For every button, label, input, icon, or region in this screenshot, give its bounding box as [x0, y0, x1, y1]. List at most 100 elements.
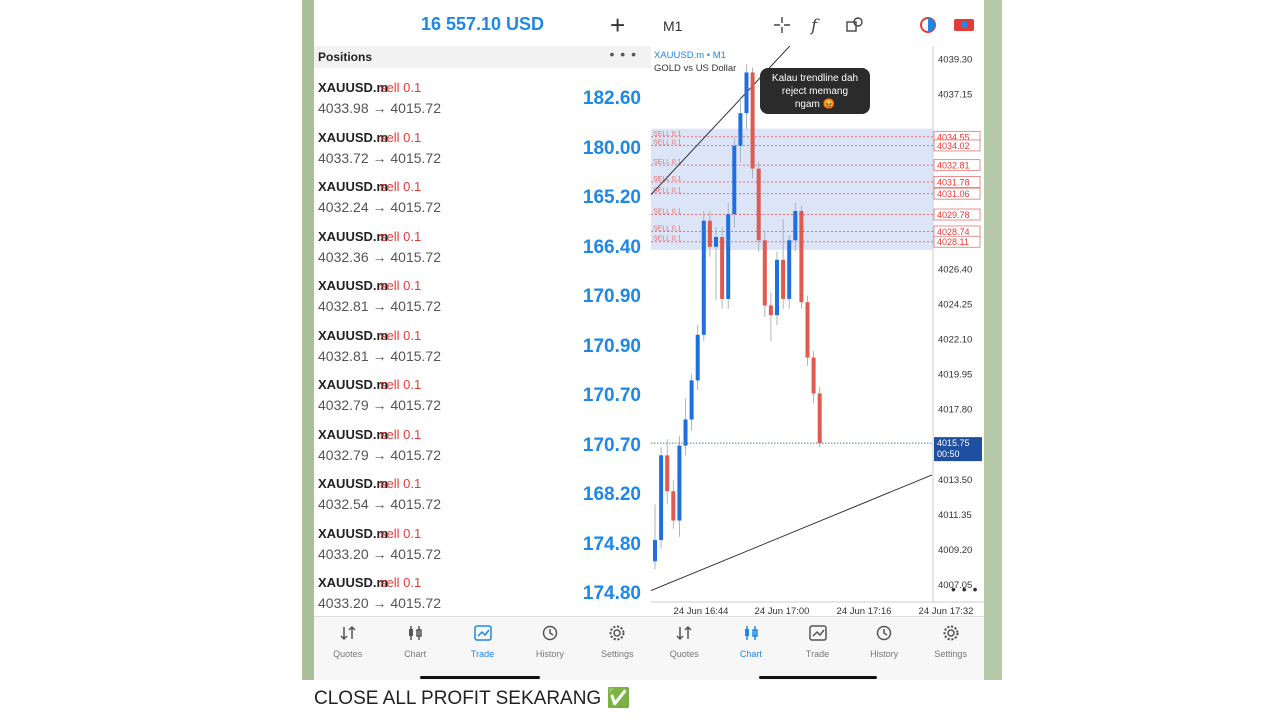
candle-body	[768, 305, 773, 316]
current-price: 4015.72	[390, 100, 441, 116]
tab-quotes[interactable]: Quotes	[654, 625, 714, 659]
settings-icon	[921, 625, 981, 643]
position-price-label: 4028.74	[937, 227, 970, 237]
open-price: 4032.54	[318, 496, 369, 512]
price-chart[interactable]: SELL 0.1 4034.55SELL 0.1 4034.02SELL 0.1 40…	[651, 46, 984, 616]
more-icon[interactable]: • • •	[951, 581, 978, 597]
current-price: 4015.72	[390, 595, 441, 611]
tab-label: History	[870, 649, 899, 659]
position-row[interactable]: XAUUSD.m sell 0.1 4033.98 → 4015.72 182.60	[314, 80, 651, 129]
position-profit: 170.70	[582, 434, 641, 456]
home-indicator	[759, 676, 877, 679]
candle-body	[707, 220, 712, 247]
position-prices: 4032.79 → 4015.72	[318, 447, 441, 463]
candle-body	[689, 380, 694, 420]
position-row[interactable]: XAUUSD.m sell 0.1 4032.81 → 4015.72 170.90	[314, 328, 651, 377]
indicator-icon[interactable]: f	[811, 16, 817, 36]
position-symbol: XAUUSD.m	[318, 327, 389, 343]
tab-settings[interactable]: Settings	[587, 625, 647, 659]
annotation-line: ngam 😡	[795, 98, 835, 110]
plus-icon[interactable]: +	[610, 12, 625, 38]
y-tick-label: 4009.20	[938, 545, 972, 556]
candle-body	[787, 240, 792, 299]
current-price: 4015.72	[390, 446, 441, 463]
current-price: 4015.72	[390, 545, 441, 562]
tab-quotes[interactable]: Quotes	[318, 625, 378, 659]
background-left	[302, 0, 314, 720]
open-price: 4032.36	[318, 248, 369, 265]
quotes-icon	[318, 625, 378, 643]
positions-title: Positions	[318, 50, 373, 64]
candle-body	[750, 72, 755, 169]
position-side: sell 0.1	[380, 179, 422, 194]
tab-label: Settings	[601, 649, 634, 659]
position-level-label: SELL 0.1	[653, 236, 682, 243]
position-profit: 165.20	[582, 187, 641, 208]
position-row[interactable]: XAUUSD.m sell 0.1 4032.79 → 4015.72 170.70	[314, 377, 651, 426]
arrow-right-icon: →	[368, 248, 391, 265]
quotes-icon	[654, 625, 714, 643]
mode-icon[interactable]	[919, 16, 937, 39]
position-symbol: XAUUSD.m	[318, 228, 389, 244]
position-level-label: SELL 0.1	[653, 209, 682, 216]
chart-icon	[385, 625, 445, 643]
y-tick-label: 4019.95	[938, 370, 972, 381]
candle-body	[738, 113, 743, 146]
position-row[interactable]: XAUUSD.m sell 0.1 4032.81 → 4015.72 170.90	[314, 278, 651, 327]
position-price-label: 4029.78	[937, 210, 970, 220]
more-icon[interactable]: • • •	[610, 46, 637, 62]
position-prices: 4033.72 → 4015.72	[318, 150, 441, 166]
open-price: 4033.20	[318, 545, 369, 562]
position-row[interactable]: XAUUSD.m sell 0.1 4033.20 → 4015.72 174.80	[314, 526, 651, 575]
tab-bar: Quotes Chart Trade History Settings	[651, 616, 984, 680]
candle-body	[732, 145, 737, 215]
candle-body	[720, 237, 725, 299]
candle-body	[817, 393, 822, 444]
position-row[interactable]: XAUUSD.m sell 0.1 4032.36 → 4015.72 166.40	[314, 229, 651, 278]
currency-icon[interactable]	[953, 16, 975, 39]
position-side: sell 0.1	[380, 228, 422, 244]
tab-history[interactable]: History	[854, 625, 914, 659]
open-price: 4033.72	[318, 149, 369, 166]
settings-icon	[587, 625, 647, 643]
candle-body	[653, 540, 657, 562]
arrow-right-icon: →	[368, 347, 391, 364]
tab-chart[interactable]: Chart	[721, 625, 781, 659]
current-price: 4015.72	[390, 149, 441, 166]
tab-history[interactable]: History	[520, 625, 580, 659]
candle-body	[665, 455, 670, 492]
home-indicator	[420, 676, 540, 679]
tab-chart[interactable]: Chart	[385, 625, 445, 659]
tab-settings[interactable]: Settings	[921, 625, 981, 659]
history-icon	[854, 625, 914, 643]
position-row[interactable]: XAUUSD.m sell 0.1 4032.54 → 4015.72 168.20	[314, 476, 651, 525]
position-price-label: 4031.06	[937, 189, 970, 199]
crosshair-icon[interactable]	[773, 16, 791, 39]
trade-screen: 16 557.10 USD + Positions • • • XAUUSD.m…	[314, 0, 651, 680]
position-profit: 170.90	[582, 335, 641, 357]
position-symbol: XAUUSD.m	[318, 278, 389, 293]
timeframe-button[interactable]: M1	[663, 18, 682, 34]
chart-description-label: GOLD vs US Dollar	[654, 63, 736, 74]
position-row[interactable]: XAUUSD.m sell 0.1 4033.72 → 4015.72 180.00	[314, 130, 651, 179]
position-prices: 4033.98 → 4015.72	[318, 100, 441, 116]
position-symbol: XAUUSD.m	[318, 377, 389, 392]
position-price-label: 4034.02	[937, 141, 970, 151]
y-tick-label: 4024.25	[938, 300, 972, 311]
tab-trade[interactable]: Trade	[788, 625, 848, 659]
open-price: 4032.24	[318, 199, 369, 215]
candle-body	[775, 259, 779, 316]
objects-icon[interactable]	[845, 16, 865, 39]
arrow-right-icon: →	[368, 446, 391, 463]
annotation-line: reject memang	[782, 86, 848, 97]
position-level-label: SELL 0.1	[653, 159, 682, 166]
arrow-right-icon: →	[368, 100, 391, 116]
tab-trade[interactable]: Trade	[453, 625, 513, 659]
position-prices: 4032.24 → 4015.72	[318, 199, 441, 215]
y-tick-label: 4026.40	[938, 265, 972, 276]
position-row[interactable]: XAUUSD.m sell 0.1 4032.24 → 4015.72 165.20	[314, 179, 651, 228]
current-price: 4015.72	[390, 496, 441, 512]
position-prices: 4032.54 → 4015.72	[318, 496, 441, 512]
position-row[interactable]: XAUUSD.m sell 0.1 4032.79 → 4015.72 170.70	[314, 427, 651, 476]
candle-body	[683, 419, 688, 446]
